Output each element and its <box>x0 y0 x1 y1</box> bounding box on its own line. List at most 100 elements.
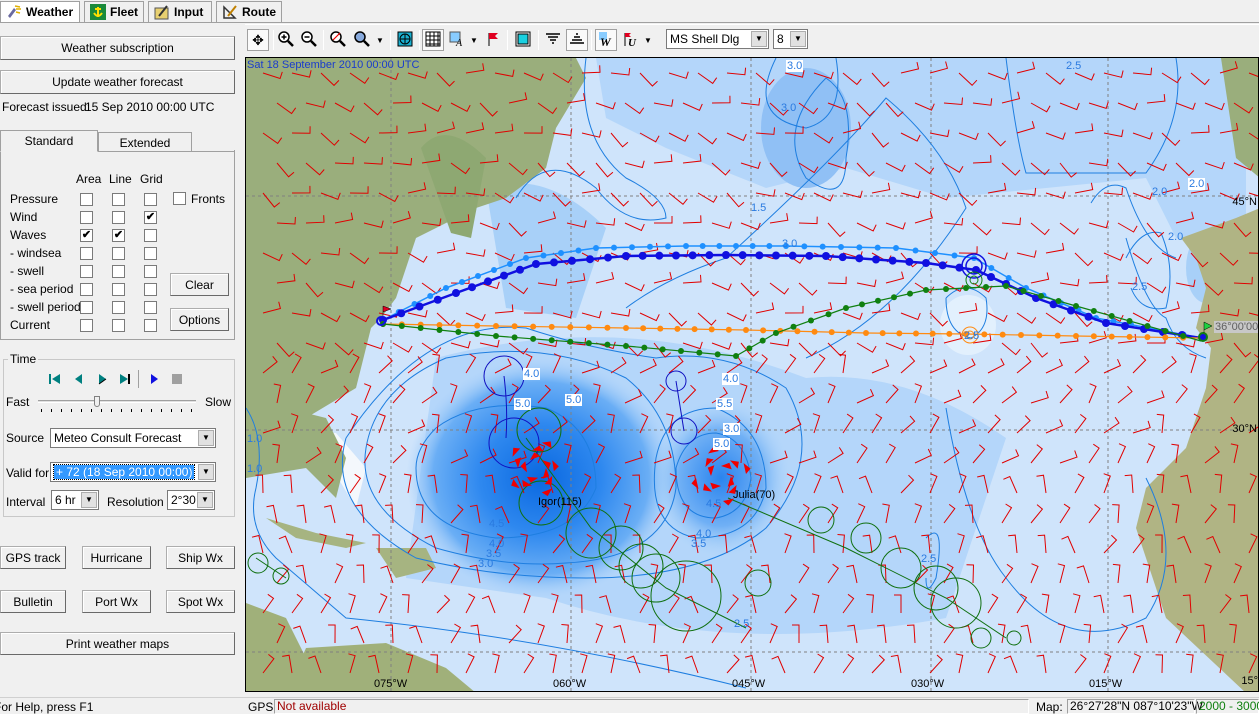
source-select[interactable]: Meteo Consult Forecast ▼ <box>50 428 216 448</box>
checkbox-line[interactable] <box>112 247 125 260</box>
play-button[interactable] <box>148 372 162 389</box>
fronts-label: Fronts <box>191 192 226 206</box>
resolution-select[interactable]: 2°30 ▼ <box>167 490 215 510</box>
chevron-down-icon[interactable]: ▼ <box>751 31 767 47</box>
first-frame-button[interactable] <box>48 372 62 389</box>
tab-label: Route <box>242 5 276 19</box>
checkbox-area[interactable] <box>80 211 93 224</box>
checkbox-grid[interactable] <box>144 229 157 242</box>
route-waypoint <box>981 331 988 338</box>
frame-button[interactable] <box>512 29 534 51</box>
zoom-in-button[interactable] <box>275 29 297 51</box>
route-waypoint <box>875 297 881 304</box>
hurricane-button[interactable]: Hurricane <box>82 546 151 569</box>
layer-down-button[interactable] <box>542 29 564 51</box>
checkbox-line[interactable] <box>112 193 125 206</box>
zoom-preset-button[interactable] <box>351 29 373 51</box>
route-waypoint <box>640 325 647 332</box>
chevron-down-icon: ▼ <box>376 35 384 45</box>
tab-input[interactable]: Input <box>148 1 212 22</box>
ship-wx-button[interactable]: Ship Wx <box>166 546 235 569</box>
font-name-select[interactable]: MS Shell Dlg ▼ <box>666 29 769 49</box>
route-waypoint <box>567 338 574 345</box>
clear-button[interactable]: Clear <box>170 273 229 296</box>
route-waypoint <box>738 251 747 260</box>
checkbox-line[interactable] <box>112 211 125 224</box>
port-wx-button[interactable]: Port Wx <box>82 590 151 613</box>
checkbox-area[interactable] <box>80 193 93 206</box>
flag-button[interactable] <box>482 29 504 51</box>
checkbox-area[interactable] <box>80 301 93 314</box>
slider-tick <box>131 409 132 412</box>
print-weather-maps-button[interactable]: Print weather maps <box>0 632 235 655</box>
checkbox-line[interactable] <box>112 319 125 332</box>
weather-map[interactable]: Sat 18 September 2010 00:00 UTC 075°W 06… <box>245 57 1259 692</box>
zoom-preset-dropdown[interactable]: ▼ <box>375 29 385 51</box>
contour-label: 1.0 <box>247 463 263 475</box>
checkbox-line[interactable] <box>112 265 125 278</box>
tab-fleet[interactable]: Fleet <box>84 1 144 22</box>
bulletin-button[interactable]: Bulletin <box>0 590 66 613</box>
zoom-out-button[interactable] <box>298 29 320 51</box>
grid-button[interactable] <box>422 29 444 51</box>
chevron-down-icon[interactable]: ▼ <box>790 31 806 47</box>
gps-track-button[interactable]: GPS track <box>0 546 66 569</box>
checkbox-grid[interactable] <box>144 193 157 206</box>
checkbox-grid[interactable] <box>144 319 157 332</box>
route-waypoint <box>657 325 664 332</box>
font-size-select[interactable]: 8 ▼ <box>773 29 808 49</box>
fronts-checkbox[interactable] <box>173 192 186 205</box>
checkbox-area[interactable] <box>80 283 93 296</box>
map-canvas[interactable] <box>246 58 1259 692</box>
update-forecast-button[interactable]: Update weather forecast <box>0 70 235 94</box>
chevron-down-icon[interactable]: ▼ <box>198 430 214 446</box>
waypoint-flag-button[interactable]: U <box>619 29 641 51</box>
end-waypoint[interactable] <box>1198 332 1208 342</box>
checkbox-line[interactable] <box>112 283 125 296</box>
route-waypoint <box>623 325 629 331</box>
checkbox-line[interactable]: ✔ <box>112 229 125 242</box>
chevron-down-icon[interactable]: ▼ <box>81 492 97 508</box>
checkbox-area[interactable] <box>80 319 93 332</box>
last-frame-button[interactable] <box>118 372 132 389</box>
stop-button[interactable] <box>170 372 184 389</box>
font-size-value: 8 <box>777 32 784 46</box>
valid-for-select[interactable]: + 72 (18 Sep 2010 00:00) ▼ <box>50 462 216 482</box>
checkbox-grid[interactable] <box>144 301 157 314</box>
interval-select[interactable]: 6 hr ▼ <box>51 490 99 510</box>
slider-tick <box>171 409 172 412</box>
weather-subscription-button[interactable]: Weather subscription <box>0 36 235 60</box>
checkbox-line[interactable] <box>112 301 125 314</box>
weather-font-button[interactable]: W <box>595 29 617 51</box>
waypoint-dropdown[interactable]: ▼ <box>643 29 653 51</box>
zoom-area-button[interactable] <box>327 29 349 51</box>
text-label-button[interactable]: A <box>446 29 468 51</box>
layer-up-button[interactable] <box>566 29 588 51</box>
checkbox-grid[interactable] <box>144 283 157 296</box>
options-button[interactable]: Options <box>170 308 229 331</box>
contour-label: 2.5 <box>734 618 750 630</box>
chevron-down-icon[interactable]: ▼ <box>197 492 213 508</box>
prev-frame-button[interactable] <box>72 372 86 389</box>
text-label-dropdown[interactable]: ▼ <box>469 29 479 51</box>
pan-button[interactable]: ✥ <box>247 29 269 51</box>
checkbox-grid[interactable] <box>144 265 157 278</box>
waypoint-flag-icon: U <box>622 31 638 50</box>
next-frame-button[interactable] <box>96 372 110 389</box>
tab-extended[interactable]: Extended <box>98 132 192 152</box>
checkbox-area[interactable] <box>80 247 93 260</box>
chevron-down-icon[interactable]: ▼ <box>198 464 214 480</box>
checkbox-area[interactable]: ✔ <box>80 229 93 242</box>
tab-route[interactable]: Route <box>216 1 282 22</box>
tab-weather[interactable]: Weather <box>0 1 80 22</box>
spot-wx-button[interactable]: Spot Wx <box>166 590 235 613</box>
checkbox-grid[interactable]: ✔ <box>144 211 157 224</box>
checkbox-area[interactable] <box>80 265 93 278</box>
checkbox-grid[interactable] <box>144 247 157 260</box>
route-icon <box>222 4 238 20</box>
globe-button[interactable] <box>394 29 416 51</box>
contour-label: 1.0 <box>247 433 263 445</box>
tab-standard[interactable]: Standard <box>0 130 98 152</box>
speed-slider[interactable] <box>38 396 196 414</box>
slider-thumb[interactable] <box>94 396 101 407</box>
